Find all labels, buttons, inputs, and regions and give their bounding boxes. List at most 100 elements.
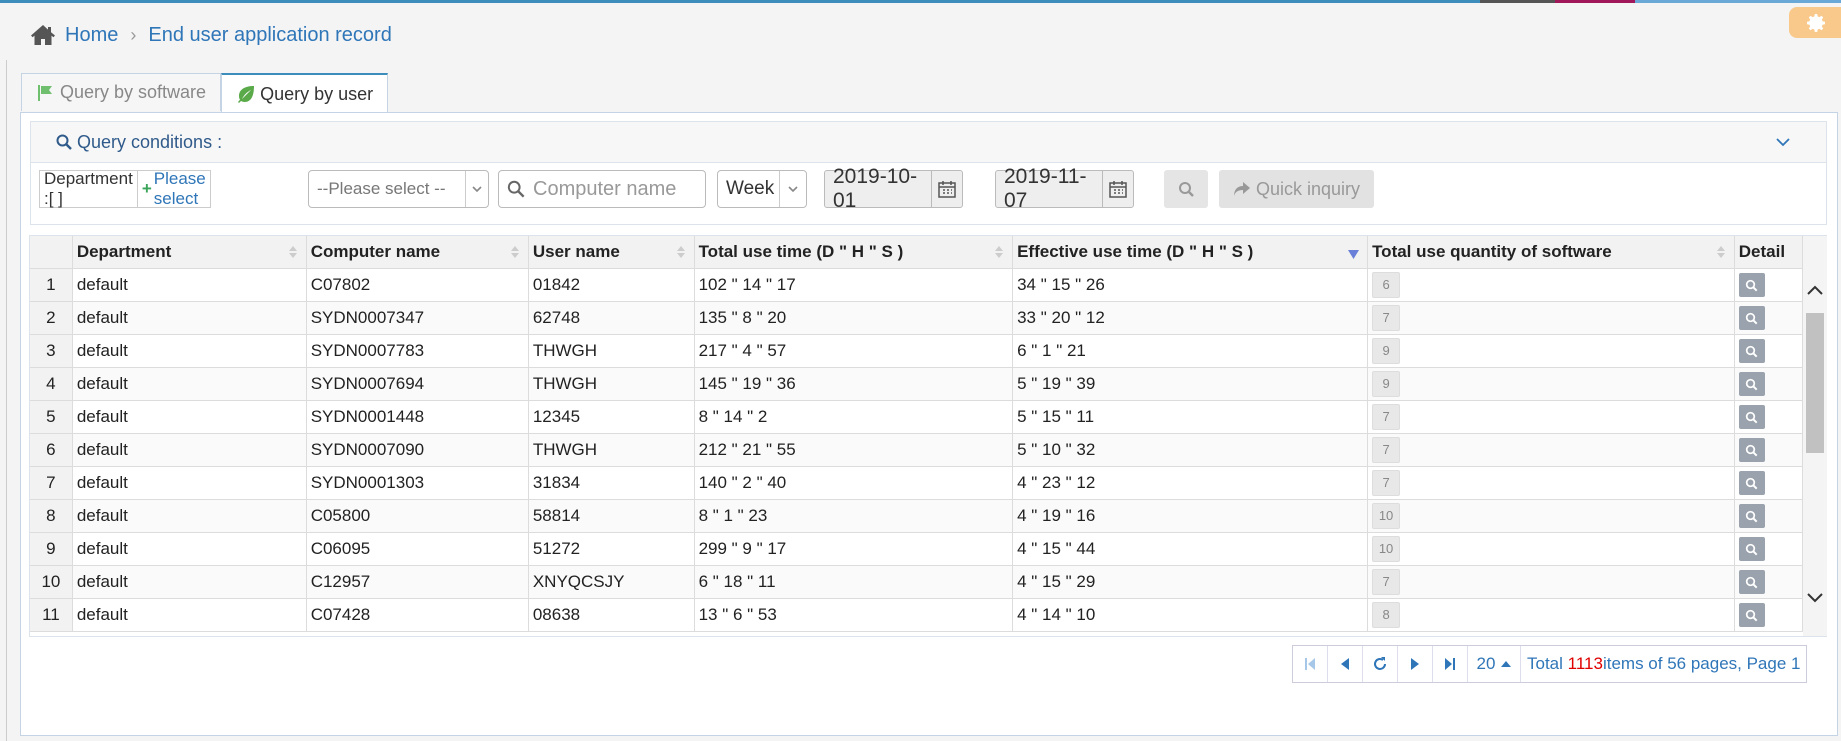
quantity-badge: 6 [1372,272,1401,298]
date-from-field[interactable]: 2019-10-01 [824,165,963,212]
calendar-icon[interactable] [1102,171,1133,207]
tab-label: Query by software [60,82,207,102]
detail-button[interactable] [1738,471,1765,495]
next-page-button[interactable] [1398,646,1433,682]
row-number: 8 [30,499,73,533]
row-number: 6 [30,433,73,467]
column-header-total-use-quantity[interactable]: Total use quantity of software [1367,236,1735,269]
detail-button[interactable] [1738,405,1765,429]
detail-button[interactable] [1738,438,1765,462]
total-use-time-cell: 145 " 19 " 36 [694,367,1014,401]
table-row[interactable]: 10 default C12957 XNYQCSJY 6 " 18 " 11 4 " 15… [30,565,1804,599]
detail-button[interactable] [1738,372,1765,396]
breadcrumb: Home › End user application record [30,20,392,50]
computer-name-cell: SYDN0007783 [306,334,529,368]
department-cell: default [72,532,307,566]
table-row[interactable]: 3 default SYDN0007783 THWGH 217 " 4 " 57 6 " … [30,334,1804,368]
computer-name-cell: SYDN0001303 [306,466,529,500]
column-header-department[interactable]: Department [72,236,307,269]
department-cell: default [72,367,307,401]
last-page-icon [1445,658,1455,670]
detail-button[interactable] [1738,537,1765,561]
effective-use-time-cell: 33 " 20 " 12 [1012,301,1369,335]
top-accent-segment [1635,0,1841,3]
date-to-field[interactable]: 2019-11-07 [995,165,1134,212]
column-header-label: Effective use time (D " H " S ) [1017,242,1254,261]
detail-button[interactable] [1738,339,1765,363]
sort-icon [995,246,1004,258]
page-size-select[interactable]: 20 [1468,646,1521,682]
search-icon [1746,279,1758,291]
quantity-badge: 7 [1372,404,1401,430]
column-header-effective-use-time[interactable]: Effective use time (D " H " S ) [1012,236,1369,269]
pagination-info-suffix: items of 56 pages, Page 1 [1602,654,1801,673]
table-row[interactable]: 9 default C06095 51272 299 " 9 " 17 4 " 15 " … [30,532,1804,566]
home-icon [31,25,55,45]
settings-button[interactable] [1789,7,1841,38]
chevron-down-icon[interactable] [1805,590,1825,606]
left-divider [6,60,7,741]
user-name-cell: 01842 [528,268,695,302]
detail-cell [1734,433,1804,467]
detail-cell [1734,367,1804,401]
table-row[interactable]: 11 default C07428 08638 13 " 6 " 53 4 " 14 " … [30,598,1804,632]
scrollbar-thumb[interactable] [1806,313,1824,453]
query-conditions-title: Query conditions : [77,131,223,152]
search-button[interactable] [1164,170,1208,208]
column-header-label: Computer name [310,242,441,261]
row-number: 1 [30,268,73,302]
user-name-cell: 51272 [528,532,695,566]
quick-inquiry-button[interactable]: Quick inquiry [1219,170,1374,208]
column-header-detail: Detail [1734,236,1804,269]
tab-query-by-user[interactable]: Query by user [221,73,389,113]
refresh-button[interactable] [1363,646,1398,682]
chevron-up-icon[interactable] [1805,282,1825,298]
table-row[interactable]: 5 default SYDN0001448 12345 8 " 14 " 25 " 15… [30,400,1804,434]
table-row[interactable]: 1 default C07802 01842 102 " 14 " 17 34 " 15 … [30,268,1804,302]
table-row[interactable]: 7 default SYDN0001303 31834 140 " 2 " 40 4 " … [30,466,1804,500]
search-icon [1746,345,1758,357]
vertical-scrollbar[interactable] [1803,236,1827,636]
chevron-down-icon[interactable] [1774,133,1792,151]
table-row[interactable]: 2 default SYDN0007347 62748 135 " 8 " 20 33 "… [30,301,1804,335]
table-row[interactable]: 4 default SYDN0007694 THWGH 145 " 19 " 36 5 "… [30,367,1804,401]
computer-name-input[interactable] [531,176,705,202]
pagination-info-prefix: Total [1527,654,1563,673]
breadcrumb-home-link[interactable]: Home [65,24,118,47]
total-use-time-cell: 8 " 1 " 23 [694,499,1014,533]
detail-button[interactable] [1738,504,1765,528]
previous-page-button[interactable] [1328,646,1363,682]
first-page-button[interactable] [1293,646,1328,682]
search-icon [1746,543,1758,555]
detail-button[interactable] [1738,306,1765,330]
user-records-grid: Department Computer name User name Total… [29,235,1827,637]
detail-button[interactable] [1738,570,1765,594]
query-conditions-header[interactable]: Query conditions : [31,122,1826,163]
total-use-time-cell: 140 " 2 " 40 [694,466,1014,500]
column-header-total-use-time[interactable]: Total use time (D " H " S ) [694,236,1014,269]
department-select-link[interactable]: + Please select [138,169,210,209]
search-icon [1746,378,1758,390]
table-row[interactable]: 8 default C05800 58814 8 " 1 " 23 4 " 19 " 16… [30,499,1804,533]
computer-name-cell: C07428 [306,598,529,632]
gear-icon [1807,13,1825,32]
detail-button[interactable] [1738,273,1765,297]
user-name-cell: THWGH [528,334,695,368]
group-select[interactable]: --Please select -- [308,170,489,208]
column-header-computer-name[interactable]: Computer name [306,236,529,269]
effective-use-time-cell: 4 " 15 " 44 [1012,532,1369,566]
column-header-user-name[interactable]: User name [528,236,695,269]
total-count: 1113 [1567,654,1603,673]
calendar-icon[interactable] [931,171,962,207]
period-select[interactable]: Week [717,170,807,208]
tab-query-by-software[interactable]: Query by software [21,73,222,111]
sort-icon [676,246,685,258]
detail-button[interactable] [1738,603,1765,627]
total-use-time-cell: 8 " 14 " 2 [694,400,1014,434]
detail-cell [1734,334,1804,368]
department-cell: default [72,598,307,632]
last-page-button[interactable] [1433,646,1468,682]
quantity-badge: 8 [1372,602,1401,628]
column-header-label: Total use time (D " H " S ) [698,242,904,261]
table-row[interactable]: 6 default SYDN0007090 THWGH 212 " 21 " 55 5 "… [30,433,1804,467]
